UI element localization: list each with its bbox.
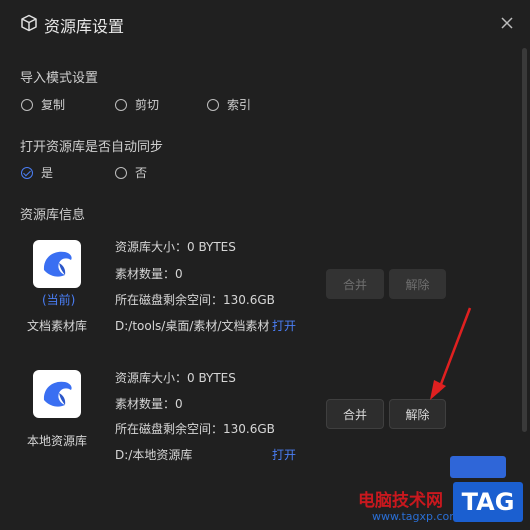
library-free-space: 所在磁盘剩余空间：130.6GB [115, 422, 275, 436]
annotation-arrow-icon [430, 307, 472, 400]
radio-cut-label: 剪切 [135, 98, 160, 112]
radio-yes[interactable]: 是 [21, 164, 53, 181]
library-count: 素材数量：0 [115, 267, 183, 281]
radio-circle [21, 98, 33, 111]
dolphin-logo-icon [33, 370, 81, 418]
library-size: 资源库大小：0 BYTES [115, 371, 236, 385]
library-name: 本地资源库 [27, 434, 88, 448]
radio-no-label: 否 [135, 166, 148, 180]
watermark-url: www.tagxp.com [372, 510, 460, 523]
radio-yes-label: 是 [41, 166, 54, 180]
remove-button[interactable]: 解除 [389, 269, 446, 299]
radio-no[interactable]: 否 [115, 164, 147, 181]
dialog-title: 资源库设置 [44, 17, 125, 36]
radio-circle [207, 98, 219, 111]
radio-index-label: 索引 [227, 98, 252, 112]
library-count: 素材数量：0 [115, 397, 183, 411]
open-link[interactable]: 打开 [272, 446, 296, 463]
cube-icon [21, 14, 37, 32]
dolphin-logo-icon [33, 240, 81, 288]
open-link[interactable]: 打开 [272, 317, 296, 334]
confirm-button[interactable] [450, 456, 506, 478]
watermark-text: 电脑技术网 [358, 491, 443, 511]
radio-check-icon [21, 166, 33, 179]
radio-copy-label: 复制 [41, 98, 66, 112]
library-name: 文档素材库 [27, 319, 88, 333]
radio-index[interactable]: 索引 [207, 96, 251, 113]
library-free-space: 所在磁盘剩余空间：130.6GB [115, 293, 275, 307]
radio-copy[interactable]: 复制 [21, 96, 65, 113]
library-info-title: 资源库信息 [20, 208, 86, 223]
close-icon[interactable] [498, 14, 516, 32]
title-bar: 资源库设置 [0, 0, 530, 48]
import-mode-title: 导入模式设置 [20, 71, 99, 86]
library-path: D:/本地资源库 [115, 448, 193, 462]
radio-cut[interactable]: 剪切 [115, 96, 159, 113]
radio-circle [115, 98, 127, 111]
watermark-tag-logo: TAG [453, 482, 523, 522]
current-library-tag: (当前) [42, 293, 76, 307]
auto-sync-title: 打开资源库是否自动同步 [20, 140, 164, 155]
library-size: 资源库大小：0 BYTES [115, 240, 236, 254]
scrollbar[interactable] [522, 48, 527, 432]
merge-button[interactable]: 合并 [326, 399, 384, 429]
radio-circle [115, 166, 127, 179]
library-path: D:/tools/桌面/素材/文档素材 [115, 319, 270, 333]
merge-button[interactable]: 合并 [326, 269, 384, 299]
